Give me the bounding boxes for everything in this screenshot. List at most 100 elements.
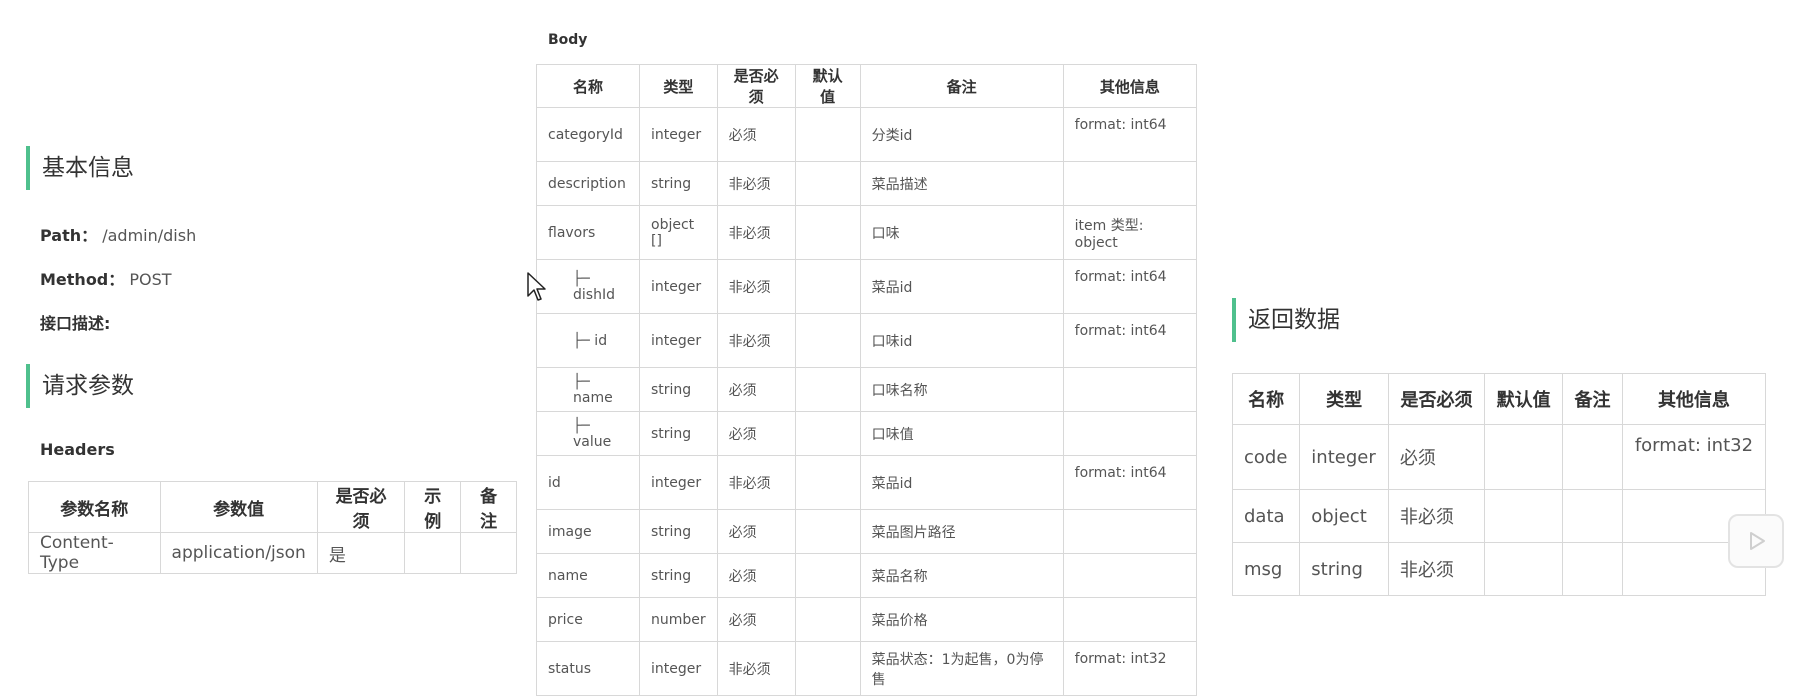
- table-row: ├─ value string 必须 口味值: [536, 411, 1198, 456]
- cell-default: [1484, 542, 1564, 596]
- cell-required: 非必须: [1387, 542, 1486, 596]
- cell-required: 非必须: [716, 313, 796, 368]
- cell-remark: [1562, 542, 1623, 596]
- description-row: 接口描述:: [40, 310, 110, 334]
- cell-default: [1484, 489, 1564, 543]
- table-row: ├─ dishId integer 非必须 菜品id format: int64: [536, 259, 1198, 314]
- method-value: POST: [129, 270, 172, 289]
- cell-default: [794, 107, 861, 162]
- cell-example: [404, 532, 462, 574]
- cell-other: [1062, 367, 1198, 412]
- cell-other: [1062, 161, 1198, 206]
- cell-type: string: [639, 509, 718, 554]
- table-row: description string 非必须 菜品描述: [536, 161, 1198, 206]
- cell-type: string: [639, 161, 718, 206]
- cell-remark: 口味id: [859, 313, 1064, 368]
- cell-type: string: [639, 411, 718, 456]
- cell-remark: 口味名称: [859, 367, 1064, 412]
- cell-name: ├─ id: [536, 313, 640, 368]
- cell-default: [794, 641, 861, 696]
- cell-remark: [1562, 489, 1623, 543]
- table-row: id integer 非必须 菜品id format: int64: [536, 455, 1198, 510]
- cell-required: 非必须: [716, 259, 796, 314]
- request-params-heading: 请求参数: [26, 364, 134, 408]
- col-default: 默认值: [1484, 373, 1564, 425]
- cell-remark: 菜品图片路径: [859, 509, 1064, 554]
- cell-default: [794, 161, 861, 206]
- table-row: ├─ name string 必须 口味名称: [536, 367, 1198, 412]
- col-required: 是否必须: [316, 481, 406, 533]
- cell-name: image: [536, 509, 640, 554]
- play-button[interactable]: [1728, 514, 1784, 568]
- cell-name: description: [536, 161, 640, 206]
- cell-required: 非必须: [716, 205, 796, 260]
- table-row: name string 必须 菜品名称: [536, 553, 1198, 598]
- col-default: 默认值: [794, 64, 861, 108]
- cell-default: [794, 313, 861, 368]
- table-row: Content-Type application/json 是: [28, 532, 517, 574]
- cell-name: id: [536, 455, 640, 510]
- cell-default: [794, 553, 861, 598]
- cell-required: 必须: [716, 553, 796, 598]
- cell-other: format: int64: [1062, 455, 1198, 510]
- table-row: categoryId integer 必须 分类id format: int64: [536, 107, 1198, 162]
- headers-label: Headers: [40, 440, 115, 459]
- cell-default: [1484, 424, 1564, 490]
- table-row: status integer 非必须 菜品状态：1为起售，0为停售 format: in…: [536, 641, 1198, 696]
- cell-name: ├─ dishId: [536, 259, 640, 314]
- cell-param-name: Content-Type: [28, 532, 161, 574]
- col-remark: 备注: [460, 481, 517, 533]
- cell-other: format: int32: [1621, 424, 1767, 490]
- headers-table: 参数名称 参数值 是否必须 示例 备注 Content-Type applica…: [28, 481, 517, 574]
- cell-name: code: [1231, 424, 1301, 490]
- response-data-heading: 返回数据: [1232, 298, 1340, 342]
- table-row: data object 非必须: [1231, 489, 1767, 543]
- cell-remark: 分类id: [859, 107, 1064, 162]
- cell-default: [794, 367, 861, 412]
- path-value: /admin/dish: [102, 226, 197, 245]
- table-row: msg string 非必须: [1231, 542, 1767, 596]
- cell-remark: 菜品id: [859, 259, 1064, 314]
- table-row: code integer 必须 format: int32: [1231, 424, 1767, 490]
- cell-name: price: [536, 597, 640, 642]
- col-name: 名称: [1231, 373, 1301, 425]
- cell-remark: 菜品名称: [859, 553, 1064, 598]
- cell-default: [794, 259, 861, 314]
- cell-remark: 菜品描述: [859, 161, 1064, 206]
- cell-other: [1062, 411, 1198, 456]
- cell-type: integer: [639, 641, 718, 696]
- col-required: 是否必须: [1387, 373, 1486, 425]
- table-row: price number 必须 菜品价格: [536, 597, 1198, 642]
- cell-other: format: int64: [1062, 313, 1198, 368]
- cell-type: string: [639, 367, 718, 412]
- col-other: 其他信息: [1062, 64, 1198, 108]
- cell-default: [794, 411, 861, 456]
- cell-required: 必须: [1387, 424, 1486, 490]
- cell-other: [1062, 597, 1198, 642]
- cell-required: 是: [316, 532, 406, 574]
- cell-other: item 类型: object: [1062, 205, 1198, 260]
- headers-table-head: 参数名称 参数值 是否必须 示例 备注: [28, 481, 517, 533]
- col-type: 类型: [1299, 373, 1389, 425]
- cell-default: [794, 597, 861, 642]
- body-table-head: 名称 类型 是否必须 默认值 备注 其他信息: [536, 64, 1198, 108]
- cell-name: status: [536, 641, 640, 696]
- cell-type: integer: [639, 455, 718, 510]
- body-label: Body: [548, 32, 588, 48]
- play-icon: [1750, 532, 1765, 550]
- col-param-value: 参数值: [159, 481, 318, 533]
- response-table: 名称 类型 是否必须 默认值 备注 其他信息 code integer 必须 form…: [1231, 373, 1767, 596]
- cell-required: 必须: [716, 509, 796, 554]
- body-table: 名称 类型 是否必须 默认值 备注 其他信息 categoryId integer…: [536, 64, 1198, 696]
- cell-remark: 菜品状态：1为起售，0为停售: [859, 641, 1064, 696]
- cell-remark: 口味: [859, 205, 1064, 260]
- cell-other: [1062, 509, 1198, 554]
- cell-remark: 口味值: [859, 411, 1064, 456]
- cell-required: 必须: [716, 367, 796, 412]
- cell-type: integer: [639, 107, 718, 162]
- cell-type: string: [639, 553, 718, 598]
- path-row: Path： /admin/dish: [40, 222, 196, 246]
- col-other: 其他信息: [1621, 373, 1767, 425]
- cell-name: data: [1231, 489, 1301, 543]
- cell-default: [794, 455, 861, 510]
